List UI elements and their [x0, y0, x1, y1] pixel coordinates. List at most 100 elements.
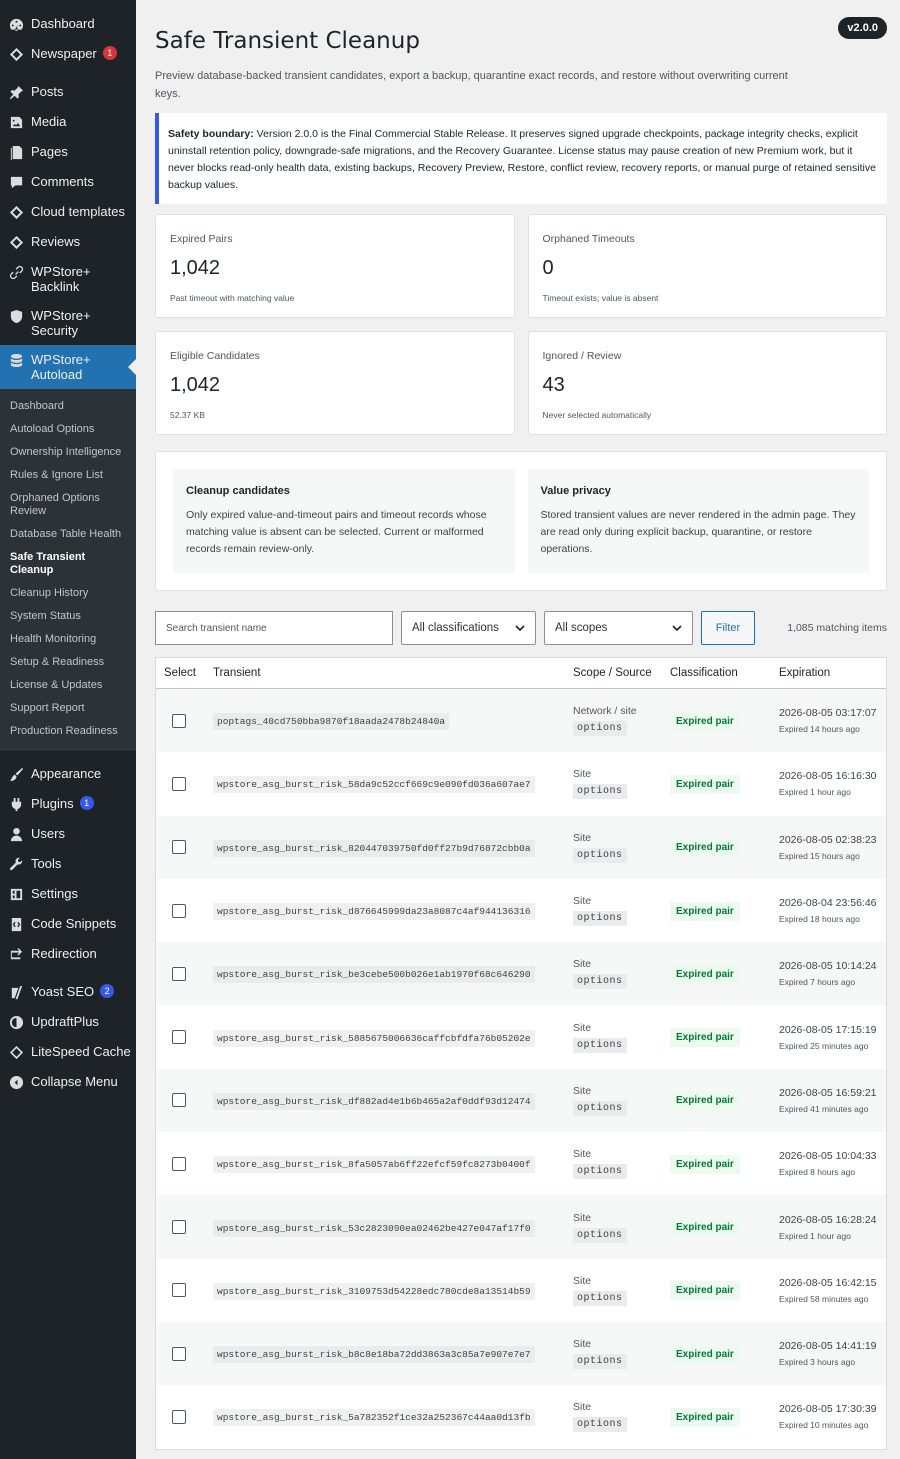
- expiration-cell: 2026-08-05 14:41:19 Expired 3 hours ago: [771, 1340, 886, 1367]
- classification-cell: Expired pair: [662, 901, 771, 921]
- info-title: Value privacy: [540, 485, 611, 497]
- filter-button[interactable]: Filter: [701, 611, 755, 645]
- diamond-icon: [8, 204, 24, 220]
- expiration-relative: Expired 1 hour ago: [779, 787, 851, 798]
- submenu-item-rules-ignore-list[interactable]: Rules & Ignore List: [0, 464, 136, 487]
- row-checkbox[interactable]: [172, 1409, 186, 1424]
- row-checkbox[interactable]: [172, 1220, 186, 1235]
- sidebar-item-reviews[interactable]: Reviews: [0, 227, 136, 257]
- submenu-item-autoload-options[interactable]: Autoload Options: [0, 418, 136, 441]
- row-checkbox[interactable]: [172, 1030, 186, 1045]
- sidebar-item-label: Settings: [31, 886, 78, 901]
- scope-select[interactable]: All scopes: [544, 611, 693, 645]
- select-cell: [156, 713, 205, 728]
- sidebar-item-cloud-templates[interactable]: Cloud templates: [0, 197, 136, 227]
- sidebar-item-plugins[interactable]: Plugins 1: [0, 789, 136, 819]
- sidebar-item-users[interactable]: Users: [0, 819, 136, 849]
- sidebar-item-media[interactable]: Media: [0, 107, 136, 137]
- sidebar-item-label: WPStore+ Autoload: [31, 352, 91, 382]
- scope-value: Site: [573, 1274, 592, 1287]
- column-header-expiration: Expiration: [779, 667, 831, 679]
- classification-badge: Expired pair: [670, 1281, 740, 1301]
- table-row: wpstore_asg_burst_risk_b8c8e18ba72dd3863…: [156, 1321, 886, 1386]
- submenu-item-system-status[interactable]: System Status: [0, 605, 136, 628]
- sidebar-item-posts[interactable]: Posts: [0, 77, 136, 107]
- submenu-item-setup-readiness[interactable]: Setup & Readiness: [0, 651, 136, 674]
- sidebar-item-settings[interactable]: Settings: [0, 879, 136, 909]
- sidebar-item-tools[interactable]: Tools: [0, 849, 136, 879]
- submenu-item-safe-transient-cleanup[interactable]: Safe Transient Cleanup: [0, 546, 136, 582]
- sidebar-item-wpstore-autoload[interactable]: WPStore+ Autoload: [0, 345, 136, 389]
- submenu-item-cleanup-history[interactable]: Cleanup History: [0, 582, 136, 605]
- scope-value: Site: [573, 831, 592, 844]
- scope-value: Network / site: [573, 705, 637, 718]
- classification-cell: Expired pair: [662, 1344, 771, 1364]
- submenu-item-orphaned-options-review[interactable]: Orphaned Options Review: [0, 487, 136, 523]
- sidebar-item-litespeed-cache[interactable]: LiteSpeed Cache: [0, 1037, 136, 1067]
- sidebar-item-appearance[interactable]: Appearance: [0, 759, 136, 789]
- stat-card-ignored-review: Ignored / Review 43 Never selected automat…: [527, 331, 887, 435]
- expiration-cell: 2026-08-05 17:30:39 Expired 10 minutes ag…: [771, 1403, 886, 1430]
- row-checkbox[interactable]: [172, 840, 186, 855]
- admin-sidebar: Dashboard Newspaper 1 Posts Media Pages Comme…: [0, 0, 136, 1459]
- select-cell: [156, 1409, 205, 1424]
- database-icon: [8, 352, 24, 368]
- sidebar-item-redirection[interactable]: Redirection: [0, 939, 136, 969]
- transient-cell: wpstore_asg_burst_risk_58da9c52ccf669c9e…: [205, 774, 565, 794]
- sidebar-item-code-snippets[interactable]: Code Snippets: [0, 909, 136, 939]
- scope-cell: Site options: [565, 1022, 662, 1053]
- row-checkbox[interactable]: [172, 1346, 186, 1361]
- sidebar-item-comments[interactable]: Comments: [0, 167, 136, 197]
- submenu-item-ownership-intelligence[interactable]: Ownership Intelligence: [0, 441, 136, 464]
- row-checkbox[interactable]: [172, 713, 186, 728]
- classification-badge: Expired pair: [670, 1344, 740, 1364]
- classification-cell: Expired pair: [662, 1090, 771, 1111]
- sidebar-item-wpstore-security[interactable]: WPStore+ Security: [0, 301, 136, 345]
- search-input[interactable]: Search transient name: [155, 611, 393, 645]
- select-cell: [156, 1346, 205, 1361]
- sidebar-item-label: Redirection: [31, 946, 97, 961]
- classification-select[interactable]: All classifications: [401, 611, 536, 645]
- wrench-icon: [8, 856, 24, 872]
- expiration-date: 2026-08-05 17:15:19: [779, 1023, 877, 1036]
- newspaper-icon: [8, 46, 24, 62]
- row-checkbox[interactable]: [172, 1156, 186, 1171]
- table-row: wpstore_asg_burst_risk_be3cebe500b026e1a…: [156, 942, 886, 1006]
- row-checkbox[interactable]: [172, 966, 186, 981]
- submenu-item-database-table-health[interactable]: Database Table Health: [0, 523, 136, 546]
- submenu-item-production-readiness[interactable]: Production Readiness: [0, 720, 136, 743]
- source-value: options: [573, 911, 627, 927]
- select-cell: [156, 966, 205, 981]
- sidebar-item-pages[interactable]: Pages: [0, 137, 136, 167]
- scope-value: Site: [573, 1084, 592, 1097]
- classification-select-value: All classifications: [412, 622, 499, 634]
- sidebar-item-yoast-seo[interactable]: Yoast SEO 2: [0, 977, 136, 1007]
- row-checkbox[interactable]: [172, 776, 186, 791]
- shield-icon: [8, 308, 24, 324]
- updraft-icon: [8, 1014, 24, 1030]
- expiration-date: 2026-08-05 02:38:23: [779, 833, 877, 846]
- sidebar-item-label: WPStore+ Backlink: [31, 264, 91, 294]
- submenu-item-health-monitoring[interactable]: Health Monitoring: [0, 628, 136, 651]
- sidebar-item-collapse-menu[interactable]: Collapse Menu: [0, 1067, 136, 1097]
- sidebar-item-updraftplus[interactable]: UpdraftPlus: [0, 1007, 136, 1037]
- row-checkbox[interactable]: [172, 1283, 186, 1298]
- sidebar-item-wpstore-backlink[interactable]: WPStore+ Backlink: [0, 257, 136, 301]
- sidebar-item-dashboard[interactable]: Dashboard: [0, 9, 136, 39]
- scope-cell: Site options: [565, 832, 662, 863]
- row-checkbox[interactable]: [172, 1093, 186, 1108]
- submenu-item-license-updates[interactable]: License & Updates: [0, 674, 136, 697]
- scope-cell: Site options: [565, 768, 662, 800]
- expiration-cell: 2026-08-05 16:28:24 Expired 1 hour ago: [771, 1214, 886, 1241]
- notification-badge: 1: [102, 46, 117, 60]
- litespeed-icon: [8, 1044, 24, 1060]
- sidebar-item-newspaper[interactable]: Newspaper 1: [0, 39, 136, 69]
- select-cell: [156, 1283, 205, 1298]
- source-value: options: [573, 1164, 627, 1180]
- expiration-date: 2026-08-05 03:17:07: [779, 707, 877, 720]
- info-text: Only expired value-and-timeout pairs and…: [186, 509, 487, 555]
- submenu-item-support-report[interactable]: Support Report: [0, 697, 136, 720]
- row-checkbox[interactable]: [172, 903, 186, 918]
- expiration-date: 2026-08-05 10:14:24: [779, 960, 877, 973]
- submenu-item-dashboard[interactable]: Dashboard: [0, 395, 136, 418]
